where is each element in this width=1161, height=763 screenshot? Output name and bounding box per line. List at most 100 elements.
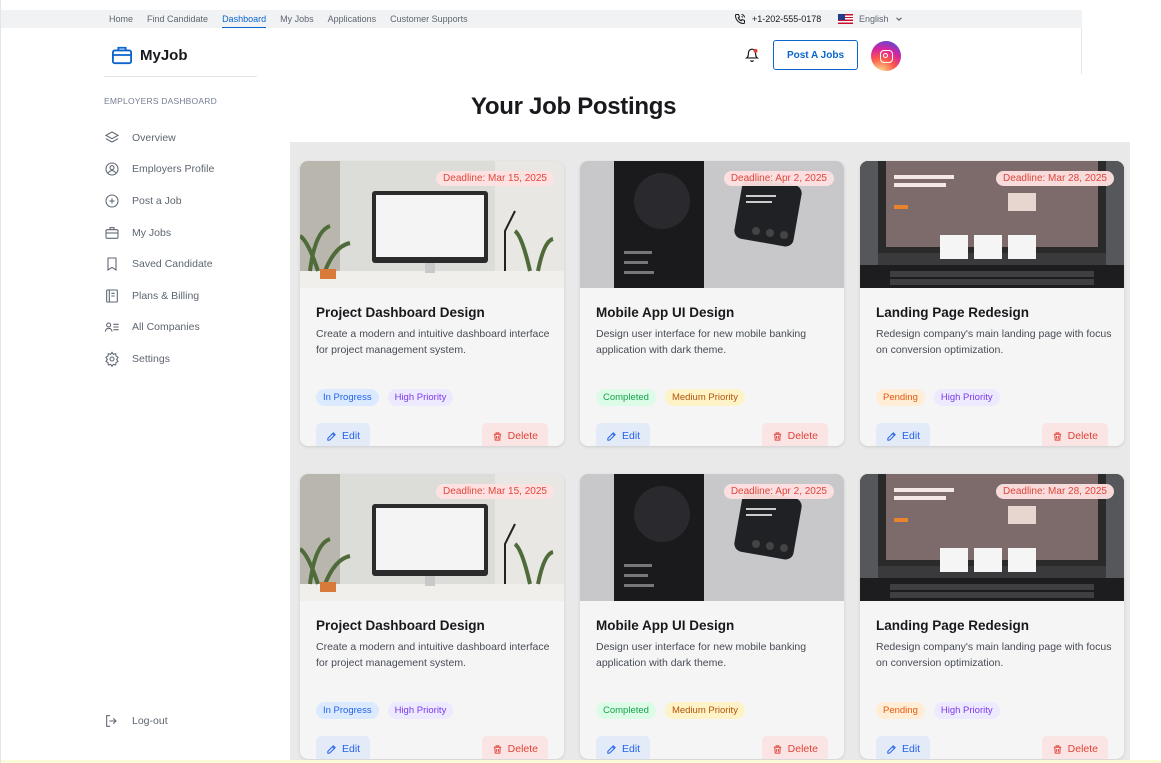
delete-label: Delete <box>787 743 818 755</box>
edit-icon <box>327 431 336 441</box>
delete-button[interactable]: Delete <box>481 423 548 446</box>
trash-icon <box>1053 431 1061 441</box>
sidebar-item-label: Saved Candidate <box>132 258 213 271</box>
priority-badge: High Priority <box>933 702 1000 719</box>
nav-customer-supports[interactable]: Customer Supports <box>390 10 468 28</box>
deadline-badge: Deadline: Mar 15, 2025 <box>436 484 554 499</box>
status-badge: Completed <box>596 389 656 406</box>
delete-button[interactable]: Delete <box>1041 736 1108 759</box>
bell-icon <box>744 48 760 62</box>
nav-home[interactable]: Home <box>109 10 133 28</box>
top-nav: Home Find Candidate Dashboard My Jobs Ap… <box>109 10 468 29</box>
status-badge: In Progress <box>316 702 379 719</box>
sidebar-item-label: Overview <box>132 131 176 144</box>
trash-icon <box>1053 744 1061 754</box>
edit-button[interactable]: Edit <box>876 423 931 446</box>
sidebar-item-label: My Jobs <box>132 226 172 239</box>
sidebar-item-saved-candidate[interactable]: Saved Candidate <box>104 248 214 280</box>
deadline-badge: Deadline: Apr 2, 2025 <box>723 484 834 499</box>
job-image-mobile-phone: Deadline: Apr 2, 2025 <box>580 161 844 288</box>
logout-button[interactable]: Log-out <box>104 713 168 729</box>
contact-phone[interactable]: +1-202-555-0178 <box>734 10 821 28</box>
edit-button[interactable]: Edit <box>596 423 651 446</box>
priority-badge: Medium Priority <box>664 702 745 719</box>
nav-my-jobs[interactable]: My Jobs <box>280 10 314 28</box>
delete-button[interactable]: Delete <box>761 423 828 446</box>
trash-icon <box>493 431 501 441</box>
sidebar-item-all-companies[interactable]: All Companies <box>104 312 214 344</box>
nav-dashboard[interactable]: Dashboard <box>222 10 267 29</box>
job-title: Mobile App UI Design <box>596 305 735 320</box>
chevron-down-icon <box>895 17 902 22</box>
job-card[interactable]: Deadline: Mar 28, 2025 Landing Page Rede… <box>860 161 1124 446</box>
sidebar-section-title: EMPLOYERS DASHBOARD <box>104 96 217 106</box>
sidebar-item-label: All Companies <box>132 321 200 334</box>
sidebar-item-label: Employers Profile <box>132 163 215 176</box>
deadline-badge: Deadline: Mar 28, 2025 <box>996 484 1114 499</box>
companies-icon <box>104 322 119 333</box>
job-image-desk-monitor: Deadline: Mar 15, 2025 <box>300 161 564 288</box>
gear-icon <box>105 351 119 367</box>
sidebar-item-plans-billing[interactable]: Plans & Billing <box>104 280 214 312</box>
sidebar-item-my-jobs[interactable]: My Jobs <box>104 217 214 249</box>
trash-icon <box>773 431 781 441</box>
post-job-button[interactable]: Post A Jobs <box>773 40 858 70</box>
status-badge: Completed <box>596 702 656 719</box>
edit-button[interactable]: Edit <box>876 736 931 759</box>
instagram-icon <box>879 49 893 63</box>
job-image-mobile-phone: Deadline: Apr 2, 2025 <box>580 474 844 601</box>
job-description: Create a modern and intuitive dashboard … <box>316 641 550 669</box>
brand-logo[interactable]: MyJob <box>111 45 188 65</box>
job-description: Redesign company's main landing page wit… <box>876 328 1112 356</box>
edit-label: Edit <box>902 430 921 442</box>
priority-badge: High Priority <box>933 389 1000 406</box>
brand-name: MyJob <box>140 46 188 64</box>
edit-button[interactable]: Edit <box>596 736 651 759</box>
job-card[interactable]: Deadline: Apr 2, 2025 Mobile App UI Desi… <box>580 474 844 759</box>
priority-badge: Medium Priority <box>664 389 745 406</box>
sidebar-item-post-a-job[interactable]: Post a Job <box>104 185 214 217</box>
edit-icon <box>887 431 896 441</box>
phone-call-icon <box>734 14 745 25</box>
trash-icon <box>493 744 501 754</box>
job-card[interactable]: Deadline: Mar 15, 2025 Project Dashboard… <box>300 161 564 446</box>
delete-label: Delete <box>787 430 818 442</box>
notification-button[interactable] <box>744 48 760 67</box>
job-title: Mobile App UI Design <box>596 618 735 633</box>
edit-icon <box>887 744 896 754</box>
briefcase-icon <box>105 226 119 239</box>
language-label: English <box>859 14 889 24</box>
sidebar-item-label: Post a Job <box>132 194 182 207</box>
job-title: Project Dashboard Design <box>316 305 485 320</box>
job-card[interactable]: Deadline: Apr 2, 2025 Mobile App UI Desi… <box>580 161 844 446</box>
edit-button[interactable]: Edit <box>316 736 371 759</box>
edit-button[interactable]: Edit <box>316 423 371 446</box>
job-card[interactable]: Deadline: Mar 28, 2025 Landing Page Rede… <box>860 474 1124 759</box>
job-card[interactable]: Deadline: Mar 15, 2025 Project Dashboard… <box>300 474 564 759</box>
deadline-badge: Deadline: Mar 15, 2025 <box>436 171 554 186</box>
bookmark-icon <box>107 257 117 272</box>
job-title: Project Dashboard Design <box>316 618 485 633</box>
language-selector[interactable]: English <box>838 10 903 28</box>
sidebar-item-employers-profile[interactable]: Employers Profile <box>104 154 214 186</box>
nav-applications[interactable]: Applications <box>328 10 377 28</box>
avatar[interactable] <box>871 41 901 71</box>
delete-button[interactable]: Delete <box>761 736 828 759</box>
sidebar-item-overview[interactable]: Overview <box>104 122 214 154</box>
sidebar-item-settings[interactable]: Settings <box>104 343 214 375</box>
job-description: Redesign company's main landing page wit… <box>876 641 1112 669</box>
delete-button[interactable]: Delete <box>481 736 548 759</box>
status-badge: In Progress <box>316 389 379 406</box>
deadline-badge: Deadline: Apr 2, 2025 <box>723 171 834 186</box>
edit-icon <box>607 744 616 754</box>
nav-find-candidate[interactable]: Find Candidate <box>147 10 208 28</box>
badge-group: Pending High Priority <box>876 702 1000 719</box>
logout-label: Log-out <box>132 715 168 727</box>
job-image-desk-monitor: Deadline: Mar 15, 2025 <box>300 474 564 601</box>
delete-label: Delete <box>507 743 538 755</box>
badge-group: In Progress High Priority <box>316 389 454 406</box>
job-title: Landing Page Redesign <box>876 305 1030 320</box>
delete-button[interactable]: Delete <box>1041 423 1108 446</box>
job-description: Create a modern and intuitive dashboard … <box>316 328 550 356</box>
job-description: Design user interface for new mobile ban… <box>596 328 807 356</box>
